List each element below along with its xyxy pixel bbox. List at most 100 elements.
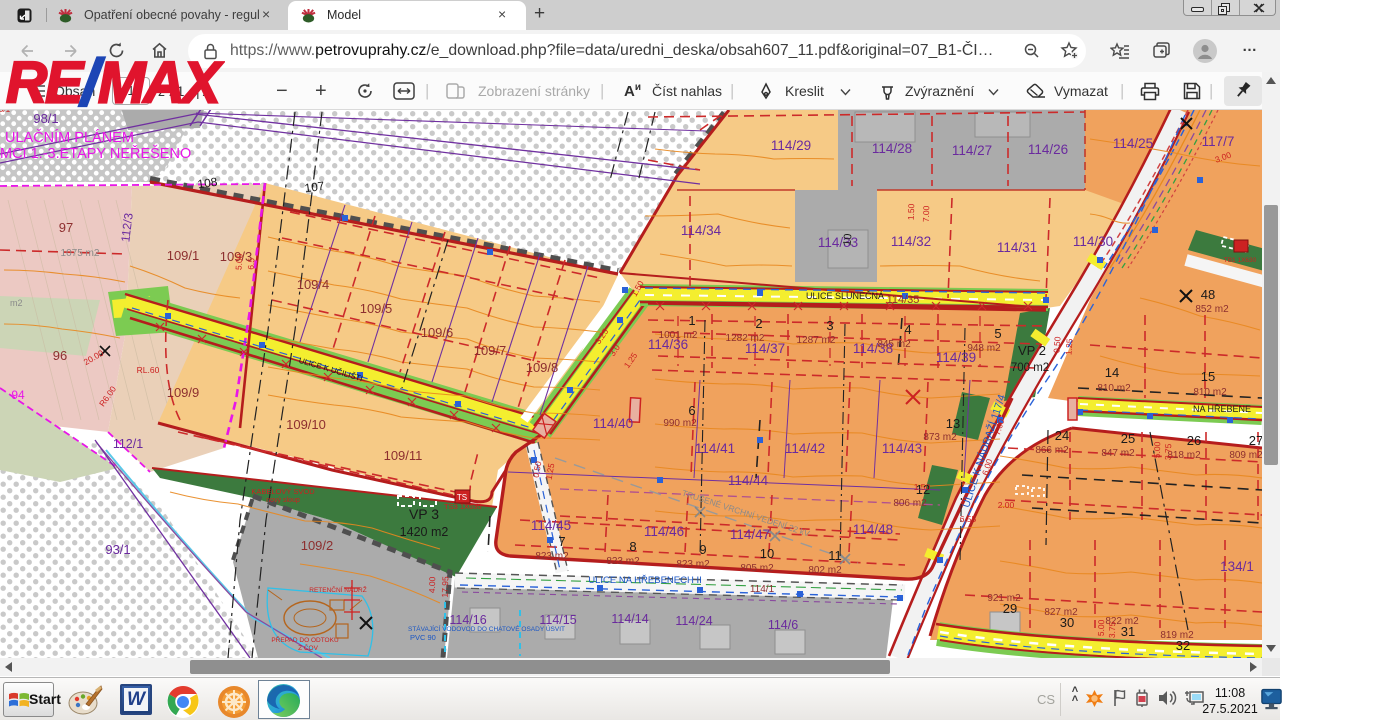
svg-text:109/5: 109/5	[360, 301, 393, 316]
svg-text:823 m2: 823 m2	[535, 551, 569, 562]
svg-text:1: 1	[688, 313, 695, 328]
svg-text:114/45: 114/45	[531, 518, 571, 533]
svg-text:112/1: 112/1	[113, 437, 143, 451]
svg-text:109/6: 109/6	[421, 325, 454, 340]
svg-text:114/35: 114/35	[887, 294, 920, 306]
svg-text:3.75: 3.75	[1107, 621, 1118, 638]
svg-text:866 m2: 866 m2	[1035, 445, 1069, 456]
svg-text:114/16: 114/16	[449, 613, 486, 627]
svg-text:810 m2: 810 m2	[1193, 387, 1227, 398]
svg-text:26: 26	[1187, 433, 1201, 448]
svg-text:PVC 90: PVC 90	[410, 633, 436, 642]
svg-text:114/36: 114/36	[648, 337, 688, 352]
svg-text:nový sloup: nový sloup	[266, 497, 300, 504]
svg-text:27: 27	[1249, 433, 1262, 448]
svg-text:10: 10	[842, 233, 855, 246]
svg-text:94: 94	[11, 388, 25, 402]
svg-text:3: 3	[826, 318, 833, 333]
svg-text:134/1: 134/1	[1220, 559, 1254, 574]
svg-text:873 m2: 873 m2	[923, 432, 957, 443]
svg-text:24: 24	[1055, 428, 1069, 443]
svg-text:5: 5	[994, 326, 1001, 341]
svg-text:11: 11	[828, 548, 842, 563]
svg-text:3.75: 3.75	[1163, 443, 1174, 460]
svg-text:10: 10	[760, 546, 774, 561]
svg-text:117/7: 117/7	[1202, 134, 1235, 149]
svg-text:5.00: 5.00	[1096, 619, 1107, 636]
svg-text:48: 48	[1201, 287, 1215, 302]
svg-text:802 m2: 802 m2	[808, 565, 842, 576]
svg-text:13: 13	[946, 416, 960, 431]
svg-text:8: 8	[629, 539, 636, 554]
svg-text:MCI 1.-3.ETAPY NEŘEŠENO: MCI 1.-3.ETAPY NEŘEŠENO	[0, 145, 191, 162]
svg-text:700 m2: 700 m2	[1011, 362, 1049, 374]
svg-text:109/4: 109/4	[297, 277, 330, 292]
svg-text:2: 2	[755, 316, 762, 331]
svg-text:827 m2: 827 m2	[1044, 607, 1078, 618]
svg-text:107: 107	[304, 179, 326, 196]
svg-text:114/41: 114/41	[695, 441, 735, 456]
svg-text:6: 6	[688, 403, 695, 418]
svg-text:109/8: 109/8	[526, 360, 559, 375]
svg-text:990 m2: 990 m2	[663, 418, 697, 429]
svg-text:NA HŘEBENE: NA HŘEBENE	[1193, 404, 1251, 414]
svg-text:948 m2: 948 m2	[967, 343, 1001, 354]
svg-text:97: 97	[59, 220, 73, 235]
svg-text:847 m2: 847 m2	[1101, 448, 1135, 459]
svg-text:114/37: 114/37	[745, 341, 785, 356]
svg-text:109/11: 109/11	[384, 448, 423, 463]
svg-text:6.5: 6.5	[246, 257, 257, 270]
svg-text:KABELOVÝ SVOD: KABELOVÝ SVOD	[251, 487, 315, 496]
svg-text:m2: m2	[10, 298, 23, 308]
svg-text:1287 m2: 1287 m2	[797, 335, 836, 346]
svg-text:25: 25	[1121, 431, 1135, 446]
svg-text:114/14: 114/14	[611, 612, 648, 626]
svg-text:114/46: 114/46	[644, 524, 684, 539]
svg-text:810 m2: 810 m2	[1097, 383, 1131, 394]
svg-text:VP 2: VP 2	[1018, 343, 1046, 358]
svg-text:RETENČNÍ NÁDRŽ: RETENČNÍ NÁDRŽ	[309, 585, 366, 594]
svg-text:109/2: 109/2	[301, 538, 334, 553]
svg-text:6.55: 6.55	[960, 514, 977, 524]
svg-text:Z ČOV: Z ČOV	[298, 643, 319, 652]
svg-text:7: 7	[558, 534, 565, 549]
svg-text:5.00: 5.00	[1152, 441, 1163, 458]
svg-text:114/29: 114/29	[771, 138, 811, 153]
svg-text:109/1: 109/1	[167, 248, 200, 263]
svg-text:5.00: 5.00	[233, 253, 244, 270]
svg-text:109/10: 109/10	[286, 417, 326, 432]
svg-text:114/15: 114/15	[539, 613, 576, 627]
svg-text:TS3 1X630: TS3 1X630	[444, 502, 482, 511]
svg-text:114/27: 114/27	[952, 143, 992, 158]
svg-text:114/24: 114/24	[675, 614, 712, 628]
svg-text:114/34: 114/34	[681, 223, 722, 238]
svg-text:806 m2: 806 m2	[893, 498, 927, 509]
svg-text:15: 15	[1201, 369, 1215, 384]
svg-text:114/32: 114/32	[891, 234, 931, 249]
svg-text:1420 m2: 1420 m2	[400, 525, 449, 539]
svg-text:TS: TS	[457, 493, 467, 502]
svg-text:114/25: 114/25	[1113, 136, 1153, 151]
svg-text:114/44: 114/44	[728, 473, 769, 488]
svg-text:805 m2: 805 m2	[740, 563, 774, 574]
svg-text:114/26: 114/26	[1028, 142, 1068, 157]
svg-text:823 m2: 823 m2	[606, 556, 640, 567]
svg-text:ULAČNÍM PLÁNEM: ULAČNÍM PLÁNEM	[5, 129, 134, 146]
svg-text:7.00: 7.00	[921, 205, 932, 222]
svg-text:4.00: 4.00	[427, 576, 438, 593]
svg-text:1.50: 1.50	[906, 203, 917, 220]
svg-text:RL.60: RL.60	[137, 365, 160, 375]
svg-text:93/1: 93/1	[105, 542, 130, 557]
svg-text:14: 14	[1105, 365, 1119, 380]
svg-text:1.25: 1.25	[1063, 338, 1074, 355]
svg-text:96: 96	[53, 348, 67, 363]
svg-text:17.95: 17.95	[440, 576, 451, 598]
svg-text:2.00: 2.00	[998, 500, 1015, 510]
svg-text:ULICE NA HŘEBENECH II: ULICE NA HŘEBENECH II	[588, 575, 702, 586]
svg-text:1.50: 1.50	[914, 482, 931, 492]
svg-text:819 m2: 819 m2	[1160, 630, 1194, 641]
svg-text:114/31: 114/31	[997, 240, 1037, 255]
svg-text:114/42: 114/42	[785, 441, 825, 456]
svg-text:852 m2: 852 m2	[1195, 304, 1229, 315]
svg-text:114/30: 114/30	[1073, 234, 1113, 249]
